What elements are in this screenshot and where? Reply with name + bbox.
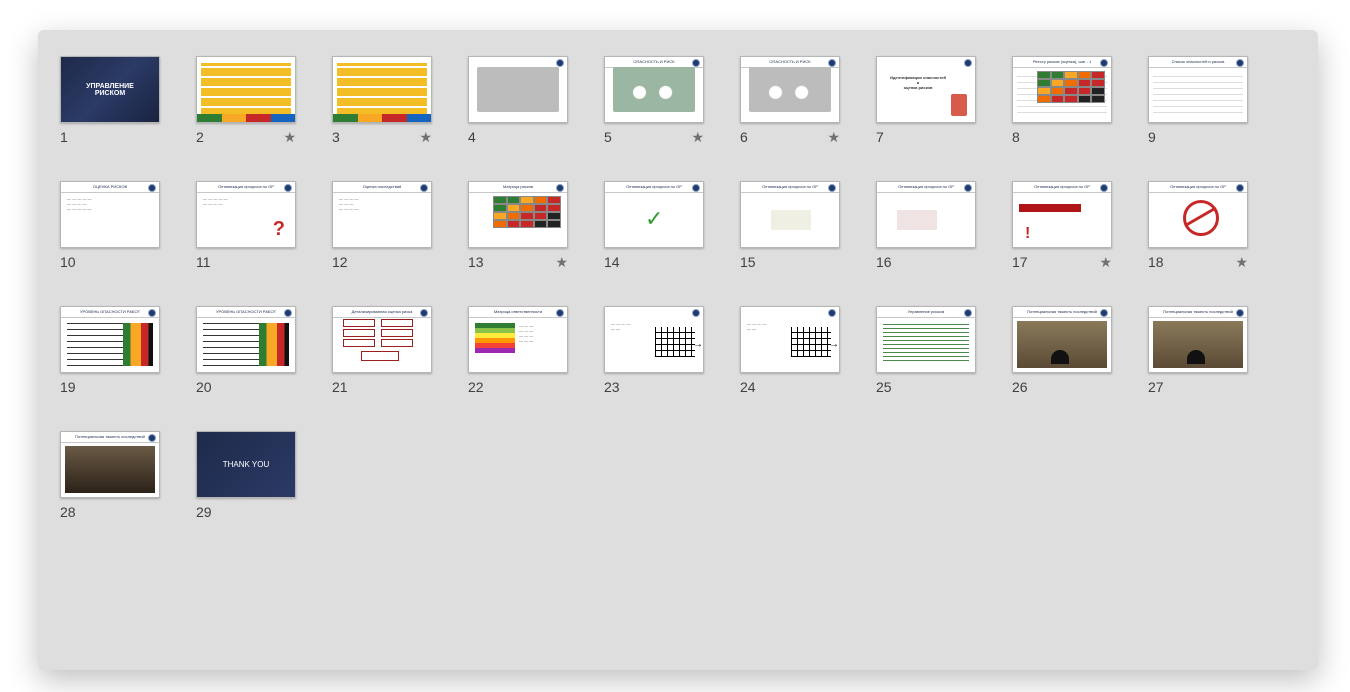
slide-thumbnail-10[interactable]: ОЦЕНКА РИСКОВ— — — — —— — — —— — — — — — [60, 181, 160, 248]
slide-number: 3 — [332, 129, 340, 145]
slide-thumbnail-18[interactable]: Оптимизация процесса по ОР — [1148, 181, 1248, 248]
slide-thumbnail-15[interactable]: Оптимизация процесса по ОР — [740, 181, 840, 248]
slide-number: 4 — [468, 129, 476, 145]
slide-cell-23: — — — —— —→ 23 — [604, 306, 704, 395]
slide-number: 23 — [604, 379, 620, 395]
transition-star-icon: ★ — [827, 130, 840, 144]
slide-thumbnail-25[interactable]: Управление риском — [876, 306, 976, 373]
slide-number: 24 — [740, 379, 756, 395]
slide-thumbnail-1[interactable]: УПРАВЛЕНИЕРИСКОМ — [60, 56, 160, 123]
slide-cell-20: УРОВЕНЬ ОПАСНОСТИ РАБОТ 20 — [196, 306, 296, 395]
slide-thumbnail-7[interactable]: Идентификация опасностейиоценка рисков — [876, 56, 976, 123]
slide-cell-9: Список опасностей и рисков 9 — [1148, 56, 1248, 145]
slide-number: 18 — [1148, 254, 1164, 270]
slide-thumbnail-5[interactable]: ОПАСНОСТЬ И РИСК — [604, 56, 704, 123]
slide-number: 25 — [876, 379, 892, 395]
slide-cell-8: Реестр рисков (оценка), шаг - 1 8 — [1012, 56, 1112, 145]
slide-cell-13: Матрица рисков 13 ★ — [468, 181, 568, 270]
slide-thumbnail-17[interactable]: Оптимизация процесса по ОР! — [1012, 181, 1112, 248]
slide-thumbnail-8[interactable]: Реестр рисков (оценка), шаг - 1 — [1012, 56, 1112, 123]
slide-cell-19: УРОВЕНЬ ОПАСНОСТИ РАБОТ 19 — [60, 306, 160, 395]
slide-cell-1: УПРАВЛЕНИЕРИСКОМ 1 — [60, 56, 160, 145]
slide-number: 26 — [1012, 379, 1028, 395]
slide-thumbnail-19[interactable]: УРОВЕНЬ ОПАСНОСТИ РАБОТ — [60, 306, 160, 373]
slide-number: 28 — [60, 504, 76, 520]
slide-number: 14 — [604, 254, 620, 270]
slide-thumbnail-6[interactable]: ОПАСНОСТЬ И РИСК — [740, 56, 840, 123]
slide-cell-15: Оптимизация процесса по ОР 15 — [740, 181, 840, 270]
slide-number: 22 — [468, 379, 484, 395]
slide-thumbnail-21[interactable]: Детализированная оценка риска — [332, 306, 432, 373]
slide-cell-6: ОПАСНОСТЬ И РИСК 6 ★ — [740, 56, 840, 145]
slide-thumbnail-24[interactable]: — — — —— —→ — [740, 306, 840, 373]
slide-cell-14: Оптимизация процесса по ОР✓ 14 — [604, 181, 704, 270]
slide-number: 6 — [740, 129, 748, 145]
slide-cell-18: Оптимизация процесса по ОР 18 ★ — [1148, 181, 1248, 270]
slide-grid: УПРАВЛЕНИЕРИСКОМ12★3★4ОПАСНОСТЬ И РИСК5★… — [60, 56, 1296, 520]
slide-number: 27 — [1148, 379, 1164, 395]
slide-number: 5 — [604, 129, 612, 145]
slide-cell-26: Потенциальная тяжесть последствий 26 — [1012, 306, 1112, 395]
slide-thumbnail-9[interactable]: Список опасностей и рисков — [1148, 56, 1248, 123]
slide-number: 21 — [332, 379, 348, 395]
slide-number: 1 — [60, 129, 68, 145]
slide-thumbnail-3[interactable] — [332, 56, 432, 123]
slide-cell-10: ОЦЕНКА РИСКОВ— — — — —— — — —— — — — — 10 — [60, 181, 160, 270]
slide-cell-17: Оптимизация процесса по ОР! 17 ★ — [1012, 181, 1112, 270]
slide-thumbnail-16[interactable]: Оптимизация процесса по ОР — [876, 181, 976, 248]
slide-cell-22: Матрица ответственности— — —— — —— — —— … — [468, 306, 568, 395]
slide-number: 29 — [196, 504, 212, 520]
slide-cell-24: — — — —— —→ 24 — [740, 306, 840, 395]
slide-number: 11 — [196, 254, 211, 270]
slide-thumbnail-26[interactable]: Потенциальная тяжесть последствий — [1012, 306, 1112, 373]
slide-number: 9 — [1148, 129, 1156, 145]
slide-cell-25: Управление риском 25 — [876, 306, 976, 395]
slide-number: 10 — [60, 254, 76, 270]
transition-star-icon: ★ — [1235, 255, 1248, 269]
slide-cell-12: Оценка последствий— — — —— — —— — — — 12 — [332, 181, 432, 270]
slide-number: 2 — [196, 129, 204, 145]
slide-number: 16 — [876, 254, 892, 270]
slide-number: 8 — [1012, 129, 1020, 145]
slide-cell-29: THANK YOU 29 — [196, 431, 296, 520]
slide-thumbnail-13[interactable]: Матрица рисков — [468, 181, 568, 248]
slide-cell-27: Потенциальная тяжесть последствий 27 — [1148, 306, 1248, 395]
slide-sorter-panel: { "slides":[ {"n":"1","star":false,"kind… — [38, 30, 1318, 670]
slide-cell-21: Детализированная оценка риска 21 — [332, 306, 432, 395]
slide-thumbnail-11[interactable]: Оптимизация процесса по ОР— — — — —— — —… — [196, 181, 296, 248]
slide-number: 7 — [876, 129, 884, 145]
slide-thumbnail-22[interactable]: Матрица ответственности— — —— — —— — —— … — [468, 306, 568, 373]
slide-number: 19 — [60, 379, 76, 395]
slide-cell-11: Оптимизация процесса по ОР— — — — —— — —… — [196, 181, 296, 270]
slide-number: 17 — [1012, 254, 1028, 270]
slide-thumbnail-27[interactable]: Потенциальная тяжесть последствий — [1148, 306, 1248, 373]
slide-thumbnail-12[interactable]: Оценка последствий— — — —— — —— — — — — [332, 181, 432, 248]
slide-thumbnail-14[interactable]: Оптимизация процесса по ОР✓ — [604, 181, 704, 248]
slide-cell-7: Идентификация опасностейиоценка рисков 7 — [876, 56, 976, 145]
slide-cell-4: 4 — [468, 56, 568, 145]
slide-thumbnail-29[interactable]: THANK YOU — [196, 431, 296, 498]
slide-thumbnail-2[interactable] — [196, 56, 296, 123]
slide-number: 12 — [332, 254, 348, 270]
transition-star-icon: ★ — [283, 130, 296, 144]
transition-star-icon: ★ — [1099, 255, 1112, 269]
slide-cell-28: Потенциальная тяжесть последствий 28 — [60, 431, 160, 520]
slide-thumbnail-4[interactable] — [468, 56, 568, 123]
transition-star-icon: ★ — [691, 130, 704, 144]
slide-cell-3: 3★ — [332, 56, 432, 145]
slide-number: 20 — [196, 379, 212, 395]
slide-number: 15 — [740, 254, 756, 270]
slide-thumbnail-28[interactable]: Потенциальная тяжесть последствий — [60, 431, 160, 498]
slide-thumbnail-23[interactable]: — — — —— —→ — [604, 306, 704, 373]
slide-number: 13 — [468, 254, 484, 270]
slide-cell-2: 2★ — [196, 56, 296, 145]
transition-star-icon: ★ — [555, 255, 568, 269]
slide-thumbnail-20[interactable]: УРОВЕНЬ ОПАСНОСТИ РАБОТ — [196, 306, 296, 373]
slide-cell-5: ОПАСНОСТЬ И РИСК 5 ★ — [604, 56, 704, 145]
transition-star-icon: ★ — [419, 130, 432, 144]
slide-cell-16: Оптимизация процесса по ОР 16 — [876, 181, 976, 270]
